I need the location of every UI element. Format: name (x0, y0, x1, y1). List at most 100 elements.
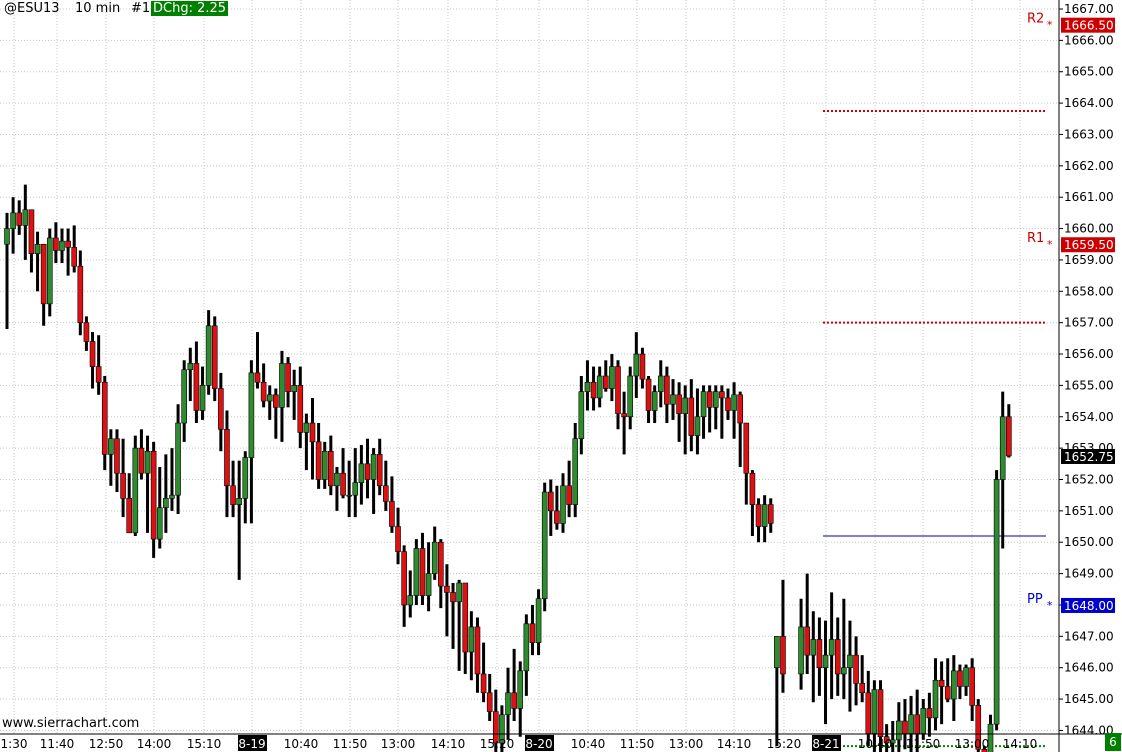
candle-body-down (40, 243, 47, 305)
candle-body-up (572, 438, 579, 505)
corner-badge[interactable]: 6 (1105, 733, 1121, 751)
candle (761, 495, 768, 543)
candle-body-down (474, 626, 481, 675)
candle-body-down (150, 450, 157, 540)
header-symbol[interactable]: @ESU13 (4, 1, 60, 16)
candle (706, 385, 713, 433)
candle-body-down (480, 673, 487, 694)
candle (639, 347, 646, 389)
time-tick-label: 14:00 (137, 737, 172, 751)
session-marker-label: 8-21 (812, 737, 839, 751)
candle-body-up (810, 639, 817, 656)
candle (547, 479, 554, 536)
candle (1006, 404, 1012, 458)
candle-body-up (847, 654, 853, 668)
level-price-tag: 1666.50 (1064, 19, 1114, 33)
candle-body-down (328, 450, 334, 487)
candle-body-down (230, 485, 236, 505)
candle (291, 369, 297, 420)
candle (755, 498, 762, 543)
candle-body-down (273, 394, 279, 408)
candle-body-up (334, 472, 340, 487)
candle (554, 485, 560, 530)
time-tick-label: 13:00 (955, 737, 990, 751)
header-dchg-badge: DChg: 2.25 (151, 1, 229, 16)
price-axis[interactable]: 1667.00 1666.00 1665.00 1664.00 1663.00 1662.… (1058, 0, 1114, 752)
candle-body-down (859, 683, 865, 694)
candle (719, 385, 725, 439)
candle (963, 664, 969, 696)
candle-body-down (114, 438, 120, 474)
candle-body-up (523, 623, 530, 672)
level-marker: * (1047, 238, 1053, 251)
y-tick-label: 1656.00 (1064, 347, 1114, 361)
candle (163, 454, 169, 533)
y-tick-label: 1664.00 (1064, 96, 1114, 110)
candle-body-up (993, 479, 1000, 725)
header-chart-number: #1 (131, 1, 151, 16)
candle (376, 438, 383, 496)
candle-body-up (822, 654, 829, 668)
candle (535, 589, 542, 656)
candle (737, 391, 744, 467)
candle (700, 385, 707, 439)
candle (865, 670, 872, 747)
candle (816, 617, 823, 696)
candle (896, 702, 902, 752)
candle-body-down (218, 388, 224, 430)
y-tick-label: 1659.00 (1064, 253, 1114, 267)
candle (303, 413, 310, 471)
candle-body-up (456, 582, 462, 603)
candle (218, 372, 224, 452)
candle-body-up (932, 679, 939, 719)
candle (621, 391, 627, 455)
candle-body-down (389, 501, 395, 527)
candle-body-down (554, 510, 560, 524)
level-price-tag: 1659.50 (1064, 238, 1114, 252)
candlestick-chart[interactable]: 1667.00 1666.00 1665.00 1664.00 1663.00 1662.… (0, 0, 1122, 752)
candle-body-down (969, 667, 975, 706)
time-tick-label: 11:50 (620, 737, 655, 751)
header-interval[interactable]: 10 min (75, 1, 120, 16)
time-axis[interactable]: 1:30 11:40 12:50 14:00 15:10 8-19 10:40 11:50 13… (0, 733, 1122, 751)
candle (743, 422, 750, 505)
y-tick-label: 1652.00 (1064, 472, 1114, 486)
y-tick-label: 1645.00 (1064, 692, 1114, 706)
candle (334, 466, 340, 511)
candle-body-up (156, 507, 163, 540)
candle (383, 460, 389, 511)
candle (444, 564, 450, 637)
time-tick-label: 11:50 (333, 737, 368, 751)
candle-body-down (664, 375, 670, 405)
y-tick-label: 1651.00 (1064, 504, 1114, 518)
candle-body-up (828, 639, 835, 656)
candle (22, 184, 29, 260)
candle-body-down (260, 381, 267, 402)
candle (248, 360, 255, 524)
session-marker-label: 8-19 (238, 737, 265, 751)
candle (468, 611, 475, 681)
candle (4, 212, 10, 329)
candle-body-down (639, 353, 646, 380)
candle (328, 435, 334, 496)
candle-body-down (804, 626, 810, 656)
candle (627, 366, 634, 430)
candle (541, 482, 548, 612)
y-tick-label: 1658.00 (1064, 284, 1114, 298)
candle (175, 404, 181, 515)
candles (4, 184, 1012, 752)
candle (315, 423, 322, 489)
time-tick-label: 10:40 (571, 737, 606, 751)
candle (615, 360, 621, 430)
candle (609, 354, 615, 402)
candle (28, 209, 35, 273)
y-tick-label: 1657.00 (1064, 316, 1114, 330)
candle (340, 448, 346, 499)
candle-body-up (370, 454, 377, 480)
candle-body-down (944, 686, 951, 700)
candle-body-down (450, 592, 456, 603)
candle (767, 498, 774, 533)
candle (285, 357, 291, 408)
candle-body-up (731, 394, 737, 411)
candle (297, 366, 304, 449)
